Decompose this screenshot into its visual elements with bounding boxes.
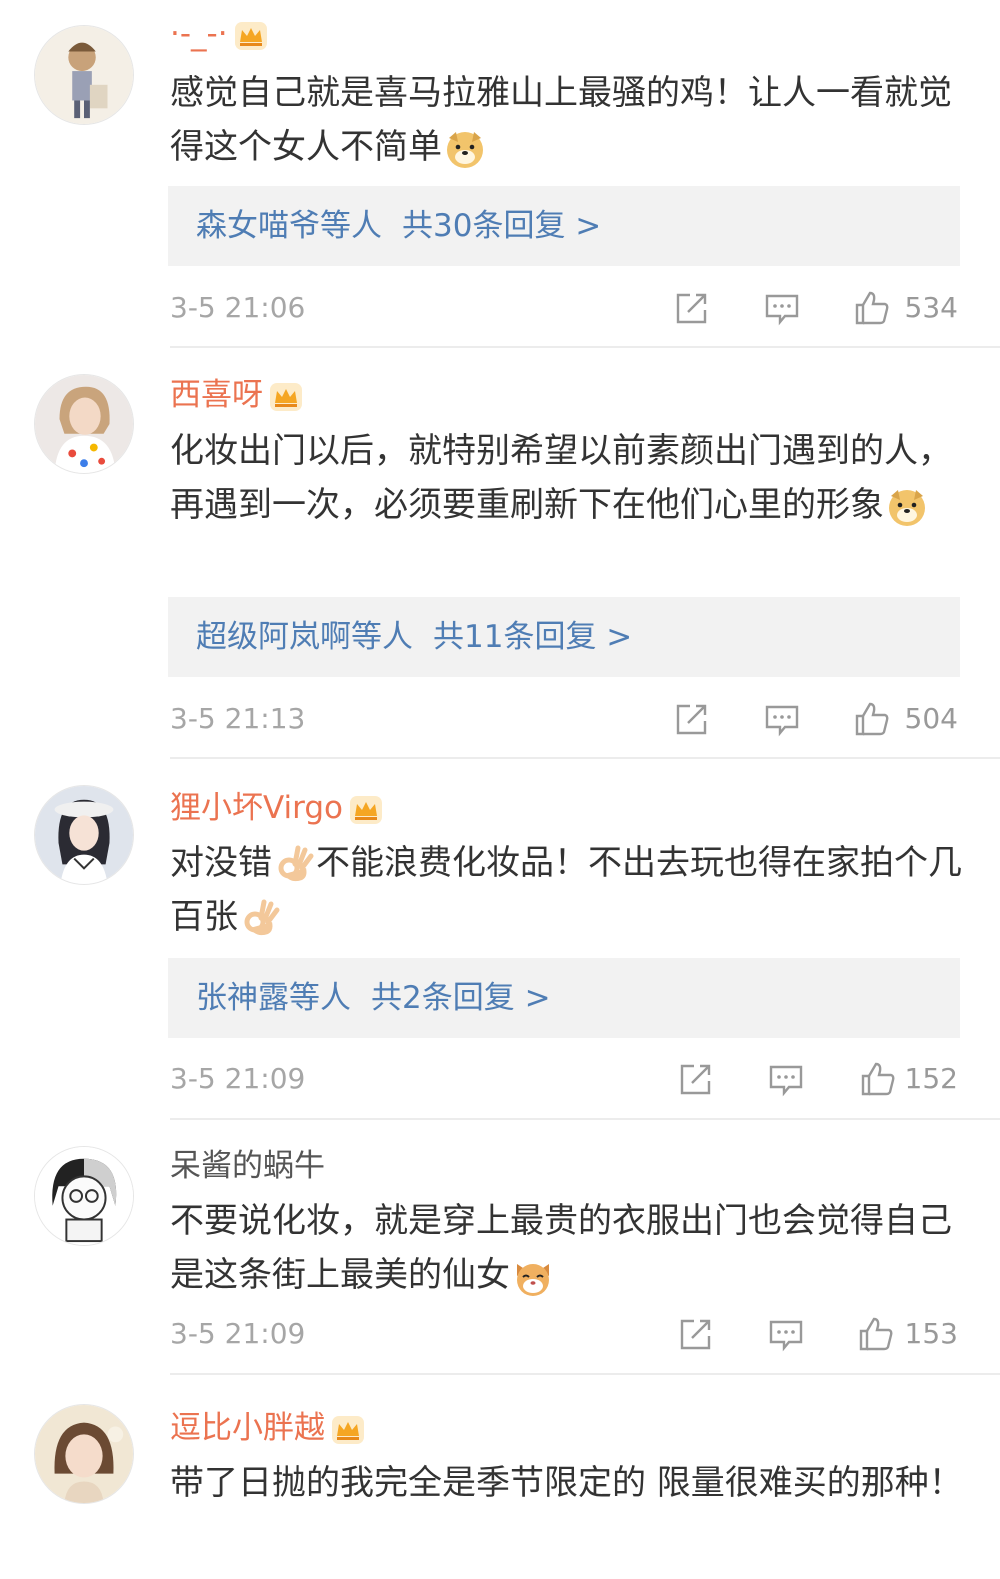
username-text[interactable]: 西喜呀	[170, 377, 263, 413]
cat-face-emoji	[512, 1256, 554, 1298]
thumbs-up-icon[interactable]	[854, 290, 890, 326]
comment-text: 化妆出门以后，就特别希望以前素颜出门遇到的人，再遇到一次，必须要重刷新下在他们心…	[170, 424, 970, 532]
comment-text: 不要说化妆，就是穿上最贵的衣服出门也会觉得自己是这条街上最美的仙女	[170, 1194, 970, 1302]
comment-text-content: 不要说化妆，就是穿上最贵的衣服出门也会觉得自己是这条街上最美的仙女	[170, 1201, 952, 1295]
crown-icon	[234, 21, 268, 51]
ok-hand-emoji	[274, 844, 316, 886]
doge-emoji	[444, 128, 486, 170]
reply-count[interactable]: 共30条回复 >	[402, 208, 601, 244]
like-count[interactable]: 152	[905, 1059, 958, 1099]
username[interactable]: 逗比小胖越	[170, 1408, 365, 1448]
avatar[interactable]	[34, 785, 134, 885]
like-count[interactable]: 504	[905, 699, 958, 739]
reply-summary[interactable]: 张神露等人 共2条回复 >	[168, 958, 960, 1038]
comment-text-content: 带了日抛的我完全是季节限定的 限量很难买的那种！	[170, 1463, 963, 1503]
divider	[170, 346, 1000, 348]
ok-hand-emoji	[240, 898, 282, 940]
like-count[interactable]: 534	[905, 288, 958, 328]
reply-summary[interactable]: 超级阿岚啊等人 共11条回复 >	[168, 597, 960, 677]
divider	[170, 1118, 1000, 1120]
share-icon[interactable]	[674, 701, 710, 737]
share-icon[interactable]	[678, 1316, 714, 1352]
comment-text-content: 对没错	[170, 843, 272, 883]
avatar[interactable]	[34, 374, 134, 474]
username[interactable]: ·-_-·	[170, 14, 268, 54]
reply-users[interactable]: 森女喵爷等人	[196, 208, 382, 244]
comment-icon[interactable]	[768, 1061, 804, 1097]
comment-meta: 3-5 21:06 534	[170, 288, 960, 328]
like-count[interactable]: 153	[905, 1314, 958, 1354]
timestamp: 3-5 21:09	[170, 1317, 306, 1350]
thumbs-up-icon[interactable]	[860, 1061, 896, 1097]
username[interactable]: 呆酱的蜗牛	[170, 1146, 325, 1186]
comment-text: 带了日抛的我完全是季节限定的 限量很难买的那种！	[170, 1456, 970, 1510]
comment-meta: 3-5 21:13 504	[170, 699, 960, 739]
comment-icon[interactable]	[764, 290, 800, 326]
comment-text: 对没错 不能浪费化妆品！不出去玩也得在家拍个几百张	[170, 836, 970, 944]
comment-text-content: 化妆出门以后，就特别希望以前素颜出门遇到的人，再遇到一次，必须要重刷新下在他们心…	[170, 431, 952, 525]
thumbs-up-icon[interactable]	[854, 701, 890, 737]
username-text[interactable]: ·-_-·	[170, 16, 228, 52]
divider	[170, 757, 1000, 759]
crown-icon	[349, 795, 383, 825]
doge-emoji	[886, 486, 928, 528]
timestamp: 3-5 21:06	[170, 291, 306, 324]
share-icon[interactable]	[678, 1061, 714, 1097]
comment-meta: 3-5 21:09 152	[170, 1059, 960, 1099]
username-text[interactable]: 狸小坏Virgo	[170, 790, 343, 826]
username[interactable]: 西喜呀	[170, 375, 303, 415]
reply-summary[interactable]: 森女喵爷等人 共30条回复 >	[168, 186, 960, 266]
crown-icon	[331, 1415, 365, 1445]
reply-count[interactable]: 共2条回复 >	[371, 980, 551, 1016]
timestamp: 3-5 21:13	[170, 702, 306, 735]
username-text[interactable]: 逗比小胖越	[170, 1410, 325, 1446]
username-text[interactable]: 呆酱的蜗牛	[170, 1148, 325, 1184]
comment-text-content: 感觉自己就是喜马拉雅山上最骚的鸡！让人一看就觉得这个女人不简单	[170, 73, 952, 167]
comment-icon[interactable]	[764, 701, 800, 737]
comment-text: 感觉自己就是喜马拉雅山上最骚的鸡！让人一看就觉得这个女人不简单	[170, 66, 970, 174]
divider	[170, 1373, 1000, 1375]
crown-icon	[269, 382, 303, 412]
reply-count[interactable]: 共11条回复 >	[433, 619, 632, 655]
reply-users[interactable]: 超级阿岚啊等人	[196, 619, 413, 655]
avatar[interactable]	[34, 25, 134, 125]
thumbs-up-icon[interactable]	[858, 1316, 894, 1352]
comment-icon[interactable]	[768, 1316, 804, 1352]
comment-meta: 3-5 21:09 153	[170, 1314, 960, 1354]
share-icon[interactable]	[674, 290, 710, 326]
avatar[interactable]	[34, 1404, 134, 1504]
timestamp: 3-5 21:09	[170, 1062, 306, 1095]
avatar[interactable]	[34, 1146, 134, 1246]
reply-users[interactable]: 张神露等人	[196, 980, 351, 1016]
username[interactable]: 狸小坏Virgo	[170, 788, 383, 828]
